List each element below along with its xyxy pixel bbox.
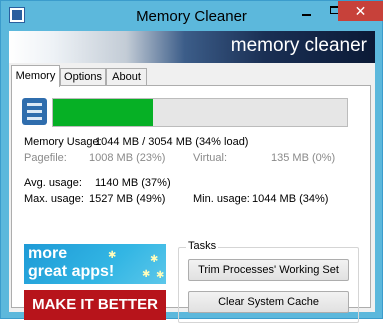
memory-usage-label: Memory Usage:: [24, 136, 102, 148]
sparkle-icon: ✱: [156, 270, 165, 281]
memory-usage-progress: [52, 98, 348, 127]
max-usage-label: Max. usage:: [24, 193, 84, 205]
memory-chip-icon: [22, 98, 47, 125]
virtual-label: Virtual:: [193, 152, 228, 164]
min-usage-label: Min. usage:: [193, 193, 250, 205]
close-button[interactable]: ✕: [338, 1, 383, 21]
make-it-better-banner[interactable]: MAKE IT BETTER: [24, 290, 166, 320]
min-usage-value: 1044 MB (34%): [252, 193, 329, 205]
pagefile-label: Pagefile:: [24, 152, 67, 164]
virtual-value: 135 MB (0%): [271, 152, 336, 164]
sparkle-icon: ✱: [108, 250, 117, 261]
app-window: Memory Cleaner ✕ memory cleaner Memory O…: [0, 0, 383, 323]
avg-usage-value: 1140 MB (37%): [95, 177, 171, 189]
minimize-button[interactable]: [294, 1, 321, 21]
banner-title: memory cleaner: [230, 35, 367, 56]
avg-usage-label: Avg. usage:: [24, 177, 82, 189]
client-area: memory cleaner Memory Options About Memo…: [9, 31, 375, 323]
header-banner: memory cleaner: [9, 31, 375, 63]
memory-panel: Memory Usage: 1044 MB / 3054 MB (34% loa…: [11, 85, 371, 323]
make-it-better-text: MAKE IT BETTER: [32, 296, 158, 313]
minimize-icon: [302, 14, 311, 16]
pagefile-value: 1008 MB (23%): [89, 152, 166, 164]
progress-fill: [53, 99, 153, 126]
tab-options[interactable]: Options: [60, 68, 106, 85]
sparkle-icon: ✱: [150, 254, 159, 265]
more-apps-banner[interactable]: more great apps! ✱ ✱ ✱ ✱: [24, 244, 166, 284]
tasks-group: Tasks Trim Processes' Working Set Clear …: [178, 240, 359, 323]
trim-working-set-button[interactable]: Trim Processes' Working Set: [188, 259, 349, 281]
tab-memory[interactable]: Memory: [11, 65, 60, 87]
title-bar[interactable]: Memory Cleaner ✕: [1, 1, 383, 31]
more-apps-line1: more: [28, 245, 68, 262]
max-usage-value: 1527 MB (49%): [89, 193, 166, 205]
clear-system-cache-button[interactable]: Clear System Cache: [188, 291, 349, 313]
sparkle-icon: ✱: [142, 269, 151, 280]
more-apps-line2: great apps!: [28, 263, 115, 280]
tasks-legend: Tasks: [186, 240, 219, 252]
memory-usage-value: 1044 MB / 3054 MB (34% load): [95, 136, 249, 148]
tab-about[interactable]: About: [106, 68, 147, 85]
